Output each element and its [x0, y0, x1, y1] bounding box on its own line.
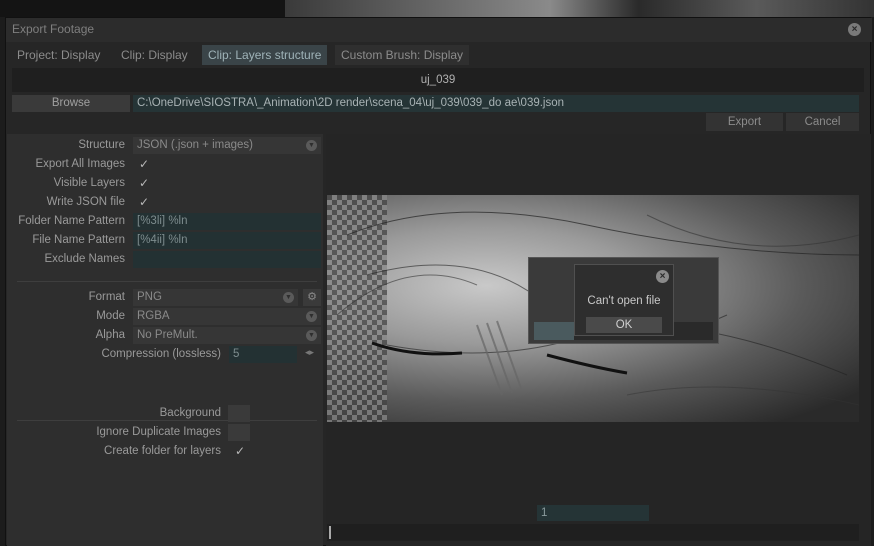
export-all-images-checkbox[interactable]: ✓: [139, 157, 149, 171]
mode-label: Mode: [96, 310, 125, 322]
stepper-icon[interactable]: ◂▸: [305, 347, 314, 358]
visible-layers-checkbox[interactable]: ✓: [139, 176, 149, 190]
background-color-swatch[interactable]: [228, 405, 250, 422]
cancel-button[interactable]: Cancel: [786, 113, 859, 131]
write-json-label: Write JSON file: [46, 196, 125, 208]
write-json-checkbox[interactable]: ✓: [139, 195, 149, 209]
export-all-images-label: Export All Images: [35, 158, 125, 170]
export-button[interactable]: Export: [706, 113, 783, 131]
structure-dropdown[interactable]: JSON (.json + images) ▼: [133, 137, 321, 154]
background-label: Background: [159, 407, 221, 419]
error-dialog: × Can't open file OK: [574, 264, 674, 336]
folder-pattern-input[interactable]: [%3li] %ln: [133, 213, 321, 230]
ok-button[interactable]: OK: [586, 317, 662, 333]
tab-clip-display[interactable]: Clip: Display: [115, 45, 194, 65]
chevron-down-icon: ▼: [306, 330, 317, 341]
structure-value: JSON (.json + images): [137, 139, 253, 151]
chevron-down-icon: ▼: [283, 292, 294, 303]
create-folder-label: Create folder for layers: [104, 445, 221, 457]
alpha-value: No PreMult.: [137, 329, 198, 341]
mode-value: RGBA: [137, 310, 170, 322]
window-title: Export Footage: [12, 22, 95, 36]
exclude-names-label: Exclude Names: [44, 253, 125, 265]
title-bar: Export Footage ×: [6, 18, 872, 42]
mode-dropdown[interactable]: RGBA ▼: [133, 308, 321, 325]
file-pattern-input[interactable]: [%4ii] %ln: [133, 232, 321, 249]
compression-label: Compression (lossless): [101, 348, 221, 360]
frame-number-input[interactable]: 1: [537, 505, 649, 521]
timeline-slider[interactable]: [327, 524, 859, 541]
file-pattern-label: File Name Pattern: [32, 234, 125, 246]
structure-label: Structure: [78, 139, 125, 151]
alpha-label: Alpha: [95, 329, 125, 341]
clip-name-header: uj_039: [12, 68, 864, 92]
tab-project-display[interactable]: Project: Display: [11, 45, 106, 65]
tab-clip-layers-structure[interactable]: Clip: Layers structure: [202, 45, 328, 65]
error-message: Can't open file: [587, 295, 661, 307]
chevron-down-icon: ▼: [306, 311, 317, 322]
create-folder-checkbox[interactable]: ✓: [235, 444, 245, 458]
format-settings-icon[interactable]: ⚙: [303, 289, 321, 306]
background-image-strip: [285, 0, 874, 17]
tab-custom-brush-display[interactable]: Custom Brush: Display: [335, 45, 470, 65]
format-dropdown[interactable]: PNG ▼: [133, 289, 298, 306]
close-icon[interactable]: ×: [848, 23, 861, 36]
ignore-duplicate-checkbox[interactable]: [228, 424, 250, 441]
browse-button[interactable]: Browse: [12, 95, 130, 112]
ignore-duplicate-label: Ignore Duplicate Images: [96, 426, 221, 438]
exclude-names-input[interactable]: [133, 251, 321, 268]
separator: [17, 281, 317, 282]
folder-pattern-label: Folder Name Pattern: [18, 215, 125, 227]
chevron-down-icon: ▼: [306, 140, 317, 151]
output-path-field[interactable]: C:\OneDrive\SIOSTRA\_Animation\2D render…: [133, 95, 859, 112]
settings-panel: Structure JSON (.json + images) ▼ Export…: [7, 134, 323, 546]
alpha-dropdown[interactable]: No PreMult. ▼: [133, 327, 321, 344]
close-icon[interactable]: ×: [656, 270, 669, 283]
format-value: PNG: [137, 291, 162, 303]
separator: [17, 420, 317, 421]
visible-layers-label: Visible Layers: [53, 177, 125, 189]
format-label: Format: [88, 291, 125, 303]
compression-input[interactable]: 5: [229, 346, 297, 363]
timeline-cursor[interactable]: [329, 526, 331, 539]
